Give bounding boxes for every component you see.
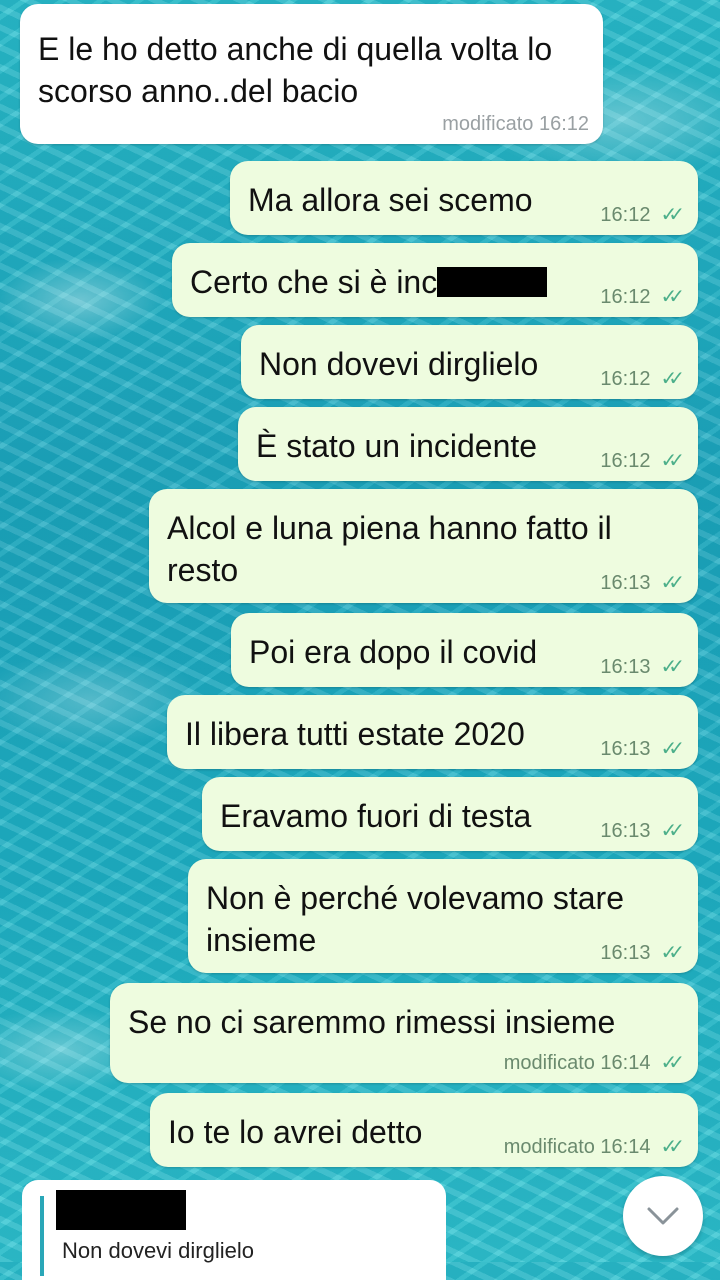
- message-time: 16:12: [600, 286, 651, 308]
- message-text: Ma allora sei scemo: [248, 182, 533, 218]
- message-time: 16:12: [600, 204, 651, 226]
- message-time: 16:13: [600, 820, 651, 842]
- message-meta: 16:13 ✓✓: [600, 737, 684, 761]
- outgoing-message[interactable]: Io te lo avrei detto modificato 16:14 ✓✓: [150, 1093, 698, 1167]
- outgoing-message[interactable]: Non è perché volevamo stare insieme 16:1…: [188, 859, 698, 973]
- message-text: Certo che si è inc: [190, 264, 438, 300]
- message-meta: 16:12 ✓✓: [600, 449, 684, 473]
- outgoing-message[interactable]: Il libera tutti estate 2020 16:13 ✓✓: [167, 695, 698, 769]
- message-meta: 16:12 ✓✓: [600, 285, 684, 309]
- message-text: Poi era dopo il covid: [249, 634, 538, 670]
- reply-accent-bar: [40, 1196, 44, 1276]
- outgoing-message[interactable]: È stato un incidente 16:12 ✓✓: [238, 407, 698, 481]
- message-time: modificato 16:14: [503, 1136, 651, 1158]
- message-meta: 16:12 ✓✓: [600, 203, 684, 227]
- message-meta: modificato 16:14 ✓✓: [503, 1051, 685, 1075]
- message-text: Non dovevi dirglielo: [259, 346, 539, 382]
- outgoing-message[interactable]: Eravamo fuori di testa 16:13 ✓✓: [202, 777, 698, 851]
- reply-preview[interactable]: Non dovevi dirglielo: [22, 1180, 446, 1280]
- message-text: È stato un incidente: [256, 428, 538, 464]
- read-ticks-icon: ✓✓: [660, 204, 684, 226]
- message-text: Il libera tutti estate 2020: [185, 716, 525, 752]
- read-ticks-icon: ✓✓: [660, 656, 684, 678]
- message-meta: 16:12 ✓✓: [600, 367, 684, 391]
- message-text: Eravamo fuori di testa: [220, 798, 532, 834]
- message-time: 16:12: [600, 368, 651, 390]
- message-time: modificato 16:12: [442, 113, 589, 135]
- message-time: 16:13: [600, 656, 651, 678]
- message-text: Se no ci saremmo rimessi insieme: [128, 1004, 616, 1040]
- outgoing-message[interactable]: Non dovevi dirglielo 16:12 ✓✓: [241, 325, 698, 399]
- read-ticks-icon: ✓✓: [660, 820, 684, 842]
- outgoing-message[interactable]: Alcol e luna piena hanno fatto il resto …: [149, 489, 698, 603]
- message-meta: modificato 16:12: [442, 112, 589, 136]
- incoming-message[interactable]: E le ho detto anche di quella volta lo s…: [20, 4, 603, 144]
- message-meta: 16:13 ✓✓: [600, 941, 684, 965]
- scroll-down-button[interactable]: [623, 1176, 703, 1256]
- outgoing-message[interactable]: Poi era dopo il covid 16:13 ✓✓: [231, 613, 698, 687]
- redacted-sender-name: [56, 1190, 186, 1230]
- read-ticks-icon: ✓✓: [660, 1052, 684, 1074]
- chevron-down-icon: [647, 1207, 679, 1225]
- message-meta: modificato 16:14 ✓✓: [503, 1135, 685, 1159]
- message-meta: 16:13 ✓✓: [600, 655, 684, 679]
- message-meta: 16:13 ✓✓: [600, 571, 684, 595]
- message-text: E le ho detto anche di quella volta lo s…: [38, 31, 553, 109]
- outgoing-message[interactable]: Se no ci saremmo rimessi insieme modific…: [110, 983, 698, 1083]
- read-ticks-icon: ✓✓: [660, 738, 684, 760]
- outgoing-message[interactable]: Certo che si è inc 16:12 ✓✓: [172, 243, 698, 317]
- message-time: 16:13: [600, 572, 651, 594]
- read-ticks-icon: ✓✓: [660, 286, 684, 308]
- message-time: 16:12: [600, 450, 651, 472]
- reply-quoted-text: Non dovevi dirglielo: [62, 1238, 254, 1263]
- read-ticks-icon: ✓✓: [660, 450, 684, 472]
- read-ticks-icon: ✓✓: [660, 942, 684, 964]
- read-ticks-icon: ✓✓: [660, 572, 684, 594]
- redaction-block: [437, 266, 548, 297]
- message-text: Io te lo avrei detto: [168, 1114, 423, 1150]
- message-time: modificato 16:14: [503, 1052, 651, 1074]
- message-text-container: Certo che si è inc: [190, 261, 548, 303]
- message-time: 16:13: [600, 738, 651, 760]
- message-meta: 16:13 ✓✓: [600, 819, 684, 843]
- message-time: 16:13: [600, 942, 651, 964]
- outgoing-message[interactable]: Ma allora sei scemo 16:12 ✓✓: [230, 161, 698, 235]
- read-ticks-icon: ✓✓: [660, 1136, 684, 1158]
- read-ticks-icon: ✓✓: [660, 368, 684, 390]
